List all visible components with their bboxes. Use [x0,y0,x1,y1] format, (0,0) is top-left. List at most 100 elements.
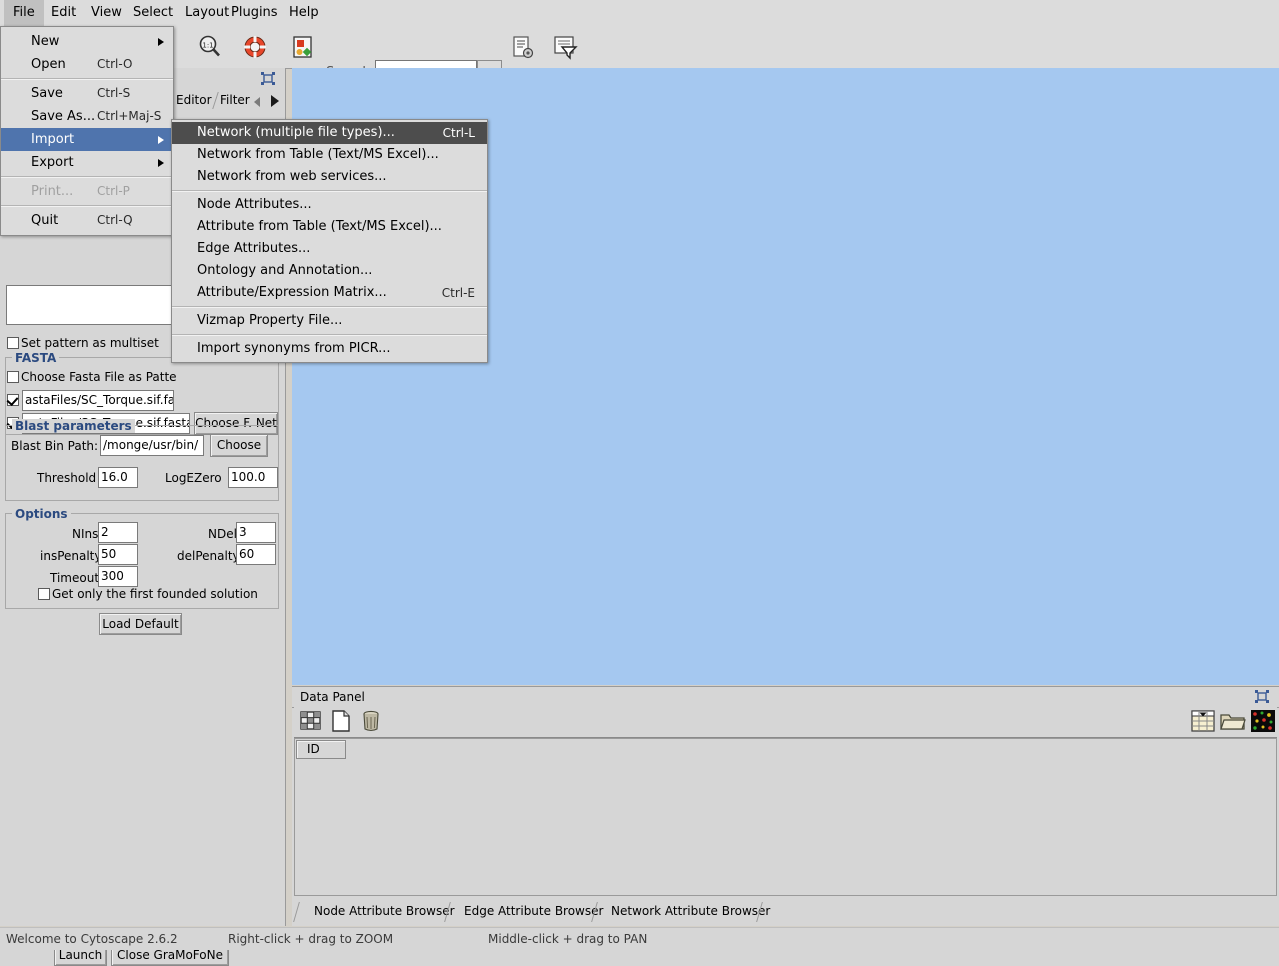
menu-separator [172,334,487,336]
menu-separator [172,306,487,308]
fasta-file-1-checkbox[interactable] [7,394,19,406]
multiset-label: Set pattern as multiset [21,336,159,350]
menu-help[interactable]: Help [280,0,328,26]
blast-bin-path-label: Blast Bin Path: [11,439,99,453]
open-folder-icon[interactable] [1220,711,1246,734]
data-panel-title: Data Panel [300,690,365,704]
choose-fasta-as-pattern-checkbox[interactable] [7,371,19,383]
cytoscape-window: File Edit View Select Layout Plugins Hel… [0,0,1279,966]
import-submenu: Network (multiple file types)... Ctrl-L … [171,119,488,363]
menu-item-save[interactable]: Save Ctrl-S [1,82,173,105]
menu-item-new[interactable]: New [1,30,173,53]
data-panel-tabs: Node Attribute Browser Edge Attribute Br… [292,900,1279,924]
menu-item-quit[interactable]: Quit Ctrl-Q [1,209,173,232]
tab-network-attribute-browser[interactable]: Network Attribute Browser [599,900,782,922]
menu-file[interactable]: File [4,0,44,26]
lifesaver-help-icon[interactable] [242,34,268,60]
ndel-label: NDel [208,527,237,541]
inspenalty-label: insPenalty [40,549,102,563]
menu-separator [1,78,173,80]
menu-item-import-synonyms-picr[interactable]: Import synonyms from PICR... [172,338,487,360]
options-group-title: Options [12,507,71,521]
tab-slash [293,902,300,922]
inspenalty-field[interactable]: 50 [98,544,138,565]
status-zoom-hint: Right-click + drag to ZOOM [228,932,394,946]
menu-item-import-network-web-services[interactable]: Network from web services... [172,166,487,188]
delpenalty-label: delPenalty [177,549,240,563]
tab-separator [212,92,219,109]
menu-plugins[interactable]: Plugins [222,0,287,26]
ndel-field[interactable]: 3 [236,522,276,543]
menu-item-import-ontology-annotation[interactable]: Ontology and Annotation... [172,260,487,282]
menu-separator [172,190,487,192]
select-attributes-icon[interactable] [300,710,322,735]
timeout-field[interactable]: 300 [98,566,138,587]
menu-separator [1,205,173,207]
logezero-label: LogEZero [165,471,222,485]
threshold-field[interactable]: 16.0 [98,467,138,488]
svg-text:1:1: 1:1 [202,42,213,50]
menu-select[interactable]: Select [124,0,182,26]
status-bar: Welcome to Cytoscape 2.6.2 Right-click +… [0,927,1279,950]
menu-edit[interactable]: Edit [42,0,85,26]
logezero-field[interactable]: 100.0 [228,467,278,488]
main-toolbar: 1:1 [0,26,1279,81]
blast-bin-choose-button[interactable]: Choose [210,434,268,457]
first-solution-label: Get only the first founded solution [52,587,258,601]
tabs-scroll-left-icon[interactable] [254,97,260,107]
chevron-right-icon [158,159,164,167]
tab-editor[interactable]: Editor [176,90,212,111]
filter-icon[interactable] [552,34,578,60]
vizmapper-icon[interactable] [290,34,316,60]
menu-item-save-as[interactable]: Save As... Ctrl+Maj-S [1,105,173,128]
choose-fasta-as-pattern-label: Choose Fasta File as Patte [21,370,177,384]
menu-bar: File Edit View Select Layout Plugins Hel… [0,0,1279,27]
menu-item-import-vizmap-property-file[interactable]: Vizmap Property File... [172,310,487,332]
menu-item-open[interactable]: Open Ctrl-O [1,53,173,76]
multiset-checkbox[interactable] [7,337,19,349]
float-panel-icon[interactable] [261,72,275,85]
menu-separator [1,176,173,178]
menu-item-import-node-attributes[interactable]: Node Attributes... [172,194,487,216]
delete-attribute-icon[interactable] [360,709,382,736]
fasta-group-title: FASTA [12,351,60,365]
data-panel: Data Panel ID Node Attribute Browser Edg… [292,686,1279,926]
menu-item-import-attribute-from-table[interactable]: Attribute from Table (Text/MS Excel)... [172,216,487,238]
blast-bin-path-field[interactable]: /monge/usr/bin/ [100,435,204,456]
blast-group-title: Blast parameters [12,419,135,433]
heatmap-icon[interactable] [1251,710,1275,735]
first-solution-checkbox[interactable] [38,588,50,600]
delpenalty-field[interactable]: 60 [236,544,276,565]
fasta-file-1-field[interactable]: astaFiles/SC_Torque.sif.fa [22,390,174,411]
menu-item-import-attribute-expression-matrix[interactable]: Attribute/Expression Matrix... Ctrl-E [172,282,487,304]
status-welcome: Welcome to Cytoscape 2.6.2 [6,932,178,946]
nins-label: NIns [72,527,99,541]
tabs-scroll-right-icon[interactable] [271,95,279,107]
float-data-panel-icon[interactable] [1255,690,1269,703]
menu-item-import-network[interactable]: Network (multiple file types)... Ctrl-L [172,122,487,144]
load-default-button[interactable]: Load Default [99,613,182,635]
attribute-table[interactable]: ID [294,738,1277,896]
menu-item-import[interactable]: Import [1,128,173,151]
table-column-header-id[interactable]: ID [296,740,346,759]
menu-item-import-network-from-table[interactable]: Network from Table (Text/MS Excel)... [172,144,487,166]
tab-filter[interactable]: Filter [220,90,250,111]
data-panel-toolbar [294,707,1277,738]
tab-node-attribute-browser[interactable]: Node Attribute Browser [302,900,467,922]
chevron-right-icon [158,136,164,144]
menu-item-print: Print... Ctrl-P [31,184,130,199]
zoom-actual-size-icon[interactable]: 1:1 [197,34,223,60]
node-attribute-icon[interactable] [510,34,536,60]
menu-item-import-edge-attributes[interactable]: Edge Attributes... [172,238,487,260]
data-panel-title-bar: Data Panel [292,686,1279,708]
menu-item-export[interactable]: Export [1,151,173,174]
pattern-textarea[interactable] [6,285,172,325]
threshold-label: Threshold [37,471,97,485]
nins-field[interactable]: 2 [98,522,138,543]
new-attribute-icon[interactable] [330,709,352,736]
export-table-icon[interactable] [1191,710,1215,735]
chevron-right-icon [158,38,164,46]
timeout-label: Timeout [50,571,100,585]
file-dropdown-menu: New Open Ctrl-O Save Ctrl-S Save As... C… [0,26,174,236]
status-pan-hint: Middle-click + drag to PAN [488,932,648,946]
